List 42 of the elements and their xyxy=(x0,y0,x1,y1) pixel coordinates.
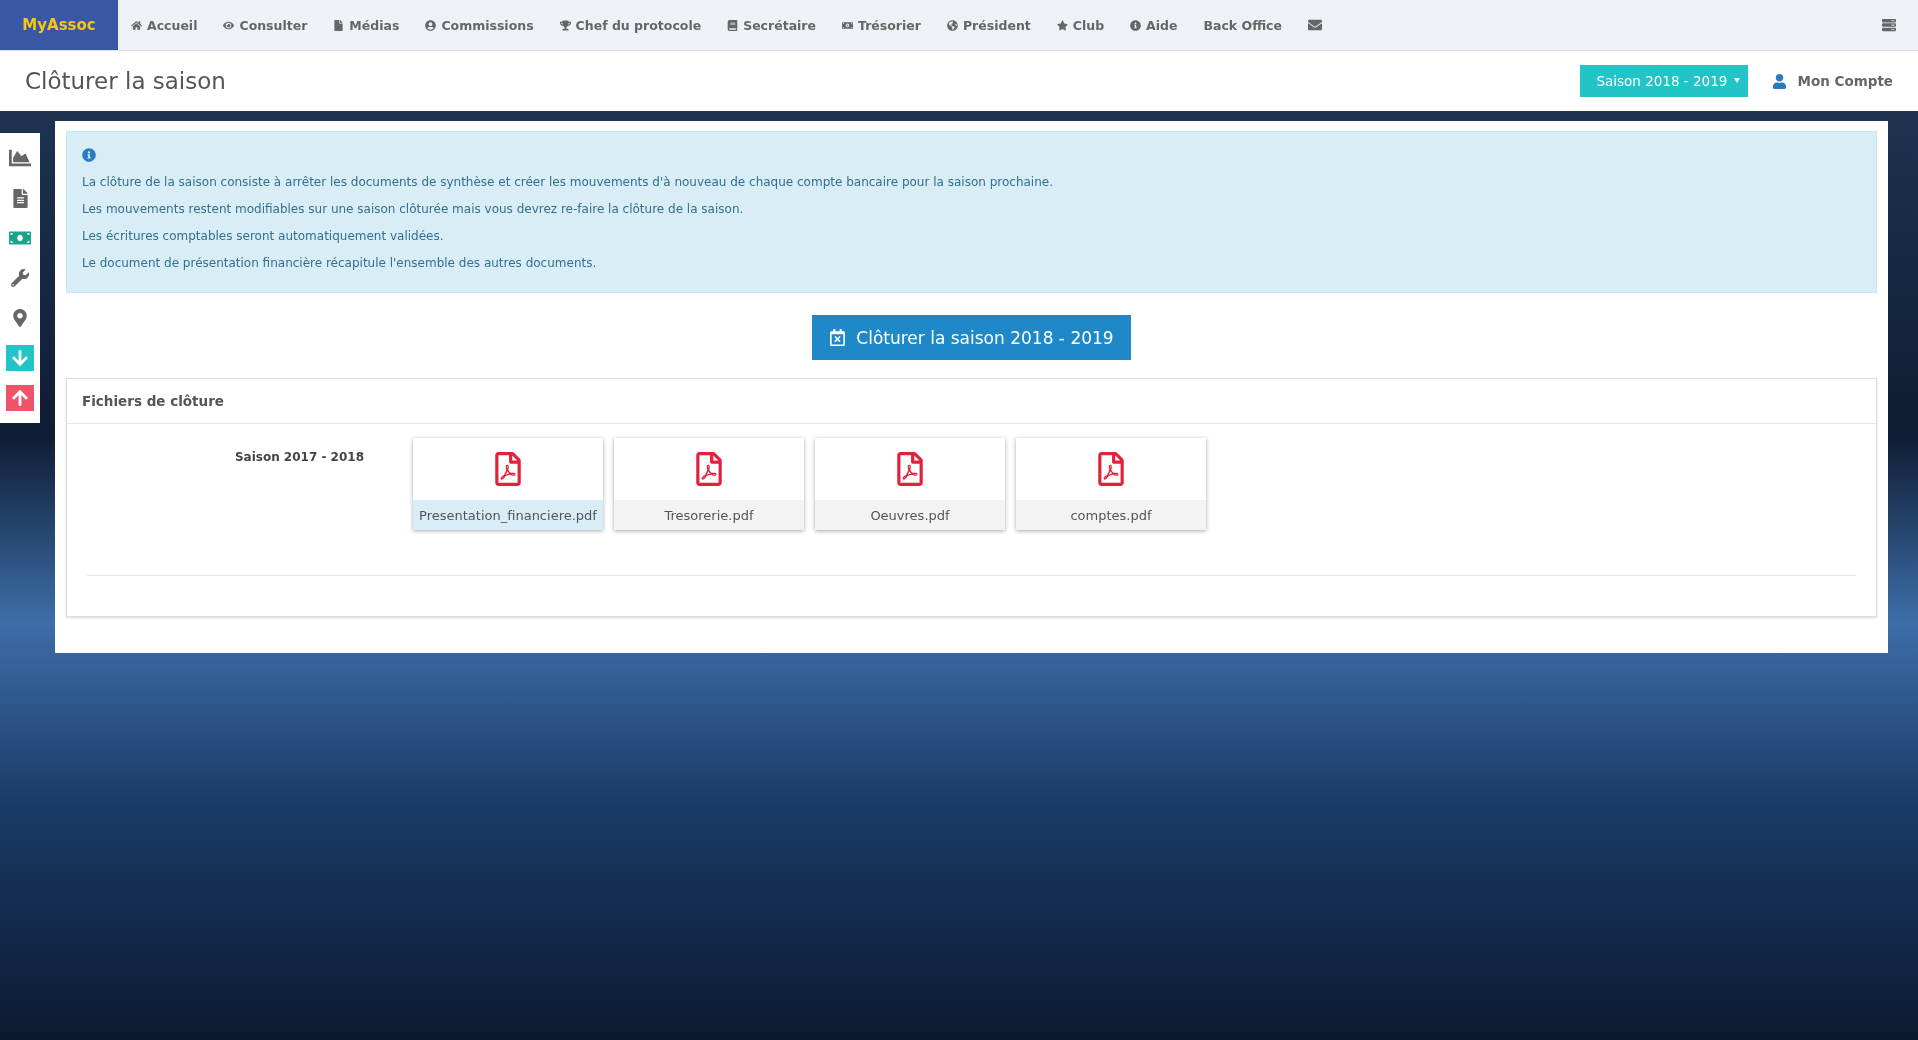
nav-link[interactable]: Médias xyxy=(320,17,413,33)
file-name: Presentation_financiere.pdf xyxy=(413,500,603,530)
banknote-icon xyxy=(842,19,853,31)
file-card[interactable]: Oeuvres.pdf xyxy=(815,438,1005,530)
nav-link[interactable]: Trésorier xyxy=(829,17,934,33)
book-icon xyxy=(727,19,739,31)
calendar-icon xyxy=(829,329,847,346)
season-label: Saison 2017 - 2018 xyxy=(233,449,365,466)
nav-link[interactable]: Consulter xyxy=(210,17,321,33)
info-icon xyxy=(1130,19,1142,31)
star-icon xyxy=(1056,19,1068,31)
nav-link[interactable]: Club xyxy=(1043,17,1118,33)
nav-link[interactable]: Commissions xyxy=(412,17,547,33)
nav-link[interactable]: Aide xyxy=(1117,17,1191,33)
file-card[interactable]: comptes.pdf xyxy=(1016,438,1206,530)
close-season-button[interactable]: Clôturer la saison 2018 - 2019 xyxy=(812,315,1131,360)
file-name: Tresorerie.pdf xyxy=(614,500,804,530)
info-text: Les écritures comptables seront automatiquement validées. xyxy=(82,229,445,243)
brand-logo[interactable]: MyAssoc xyxy=(0,0,118,50)
account-link[interactable]: Mon Compte xyxy=(1772,73,1893,89)
user-icon xyxy=(1772,73,1788,89)
panel-title: Fichiers de clôture xyxy=(67,379,1876,424)
file-name: comptes.pdf xyxy=(1016,500,1206,530)
file-name: Oeuvres.pdf xyxy=(815,500,1005,530)
nav-link[interactable]: Back Office xyxy=(1190,17,1295,33)
info-text: La clôture de la saison consiste à arrêter les documents de synthèse et créer les mouvements d'à nouveau de chaque compte bancaire pour la saison prochaine. xyxy=(82,175,1054,189)
eye-icon xyxy=(223,19,235,31)
home-icon xyxy=(131,19,142,31)
info-text: Le document de présentation financière récapitule l'ensemble des autres documents. xyxy=(82,256,598,270)
info-icon xyxy=(82,148,96,162)
file-card[interactable]: Tresorerie.pdf xyxy=(614,438,804,530)
file-icon xyxy=(333,19,345,31)
caret-icon xyxy=(1734,78,1741,83)
nav-link[interactable]: Secrétaire xyxy=(714,17,829,33)
nav-link[interactable]: Président xyxy=(933,17,1044,33)
info-text: Les mouvements restent modifiables sur une saison clôturée mais vous devrez re-faire la clôture de la saison. xyxy=(82,202,745,216)
nav-link[interactable]: Chef du protocole xyxy=(546,17,715,33)
file-card[interactable]: Presentation_financiere.pdf xyxy=(413,438,603,530)
nav-link[interactable]: Accueil xyxy=(118,17,211,33)
globe-icon xyxy=(946,19,958,31)
page-title: Clôturer la saison xyxy=(25,68,227,94)
trophy-icon xyxy=(559,19,571,31)
